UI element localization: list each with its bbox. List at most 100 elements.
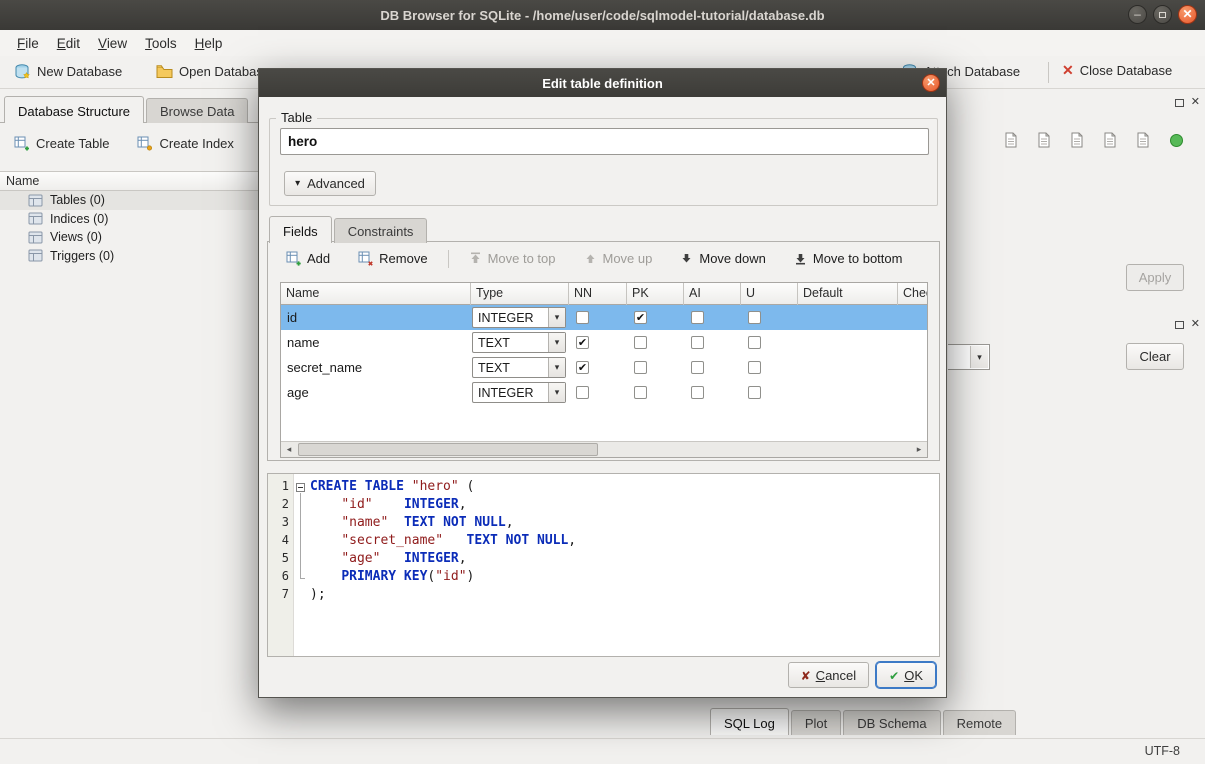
cell-toolbar-button-5[interactable] bbox=[1132, 129, 1154, 151]
column-header-check[interactable]: Check bbox=[898, 283, 928, 305]
scroll-left-icon[interactable]: ◂ bbox=[281, 442, 297, 457]
apply-button[interactable]: Apply bbox=[1126, 264, 1184, 291]
create-index-button[interactable]: Create Index bbox=[129, 131, 241, 156]
window-titlebar[interactable]: DB Browser for SQLite - /home/user/code/… bbox=[0, 0, 1205, 30]
column-header-pk[interactable]: PK bbox=[627, 283, 684, 305]
check-cell[interactable] bbox=[898, 330, 928, 355]
check-cell[interactable] bbox=[898, 305, 928, 330]
move-up-button[interactable]: Move up bbox=[576, 247, 661, 270]
dialog-close-icon[interactable]: ✕ bbox=[922, 74, 940, 92]
minimize-icon[interactable]: ‒ bbox=[1128, 5, 1147, 24]
tab-remote[interactable]: Remote bbox=[943, 710, 1017, 735]
nn-checkbox[interactable]: ✔ bbox=[576, 336, 589, 349]
dock-float-icon[interactable] bbox=[1175, 99, 1184, 107]
move-to-top-button[interactable]: Move to top bbox=[461, 247, 564, 270]
encoding-indicator[interactable]: UTF-8 bbox=[1145, 744, 1180, 758]
table-name-input[interactable] bbox=[280, 128, 929, 155]
chevron-down-icon[interactable]: ▾ bbox=[548, 358, 565, 377]
dock-close-icon[interactable]: ✕ bbox=[1191, 319, 1200, 330]
column-header-ai[interactable]: AI bbox=[684, 283, 741, 305]
tab-db-schema[interactable]: DB Schema bbox=[843, 710, 940, 735]
partial-combobox[interactable]: ▾ bbox=[948, 344, 990, 370]
pk-checkbox[interactable] bbox=[634, 361, 647, 374]
dialog-tab-constraints[interactable]: Constraints bbox=[334, 218, 428, 243]
chevron-down-icon[interactable]: ▾ bbox=[548, 308, 565, 327]
dock-float-icon[interactable] bbox=[1175, 321, 1184, 329]
cell-toolbar-button-2[interactable] bbox=[1033, 129, 1055, 151]
column-header-name[interactable]: Name bbox=[281, 283, 471, 305]
ai-checkbox[interactable] bbox=[691, 311, 704, 324]
move-to-bottom-button[interactable]: Move to bottom bbox=[786, 247, 911, 270]
tree-item-tables-0[interactable]: Tables (0) bbox=[0, 191, 258, 210]
column-header-default[interactable]: Default bbox=[798, 283, 898, 305]
cell-toolbar-button-4[interactable] bbox=[1099, 129, 1121, 151]
ai-checkbox[interactable] bbox=[691, 386, 704, 399]
advanced-button[interactable]: ▾ Advanced bbox=[284, 171, 376, 196]
u-checkbox[interactable] bbox=[748, 386, 761, 399]
default-cell[interactable] bbox=[798, 330, 898, 355]
type-combobox[interactable]: TEXT▾ bbox=[472, 357, 566, 378]
check-cell[interactable] bbox=[898, 380, 928, 405]
dialog-tab-fields[interactable]: Fields bbox=[269, 216, 332, 243]
check-cell[interactable] bbox=[898, 355, 928, 380]
move-down-button[interactable]: Move down bbox=[672, 247, 773, 270]
cell-toolbar-button-6[interactable] bbox=[1165, 129, 1187, 151]
add-button[interactable]: Add bbox=[278, 247, 338, 270]
ai-checkbox[interactable] bbox=[691, 336, 704, 349]
maximize-icon[interactable] bbox=[1153, 5, 1172, 24]
u-checkbox[interactable] bbox=[748, 311, 761, 324]
default-cell[interactable] bbox=[798, 355, 898, 380]
tree-item-views-0[interactable]: Views (0) bbox=[0, 228, 258, 247]
nn-checkbox[interactable]: ✔ bbox=[576, 361, 589, 374]
menu-file[interactable]: File bbox=[8, 33, 48, 54]
field-row-age[interactable]: ageINTEGER▾ bbox=[281, 380, 928, 405]
close-icon[interactable]: ✕ bbox=[1178, 5, 1197, 24]
menu-tools[interactable]: Tools bbox=[136, 33, 186, 54]
pk-checkbox[interactable] bbox=[634, 386, 647, 399]
type-combobox[interactable]: INTEGER▾ bbox=[472, 307, 566, 328]
default-cell[interactable] bbox=[798, 305, 898, 330]
remove-button[interactable]: Remove bbox=[350, 247, 435, 270]
cell-toolbar-button-1[interactable] bbox=[1000, 129, 1022, 151]
chevron-down-icon[interactable]: ▾ bbox=[548, 333, 565, 352]
tab-browse-data[interactable]: Browse Data bbox=[146, 98, 248, 123]
chevron-down-icon[interactable]: ▾ bbox=[548, 383, 565, 402]
clear-button[interactable]: Clear bbox=[1126, 343, 1184, 370]
u-checkbox[interactable] bbox=[748, 336, 761, 349]
pk-checkbox[interactable] bbox=[634, 336, 647, 349]
tab-database-structure[interactable]: Database Structure bbox=[4, 96, 144, 123]
create-table-button[interactable]: Create Table bbox=[6, 131, 117, 156]
column-header-nn[interactable]: NN bbox=[569, 283, 627, 305]
column-header-u[interactable]: U bbox=[741, 283, 798, 305]
horizontal-scrollbar[interactable]: ◂ ▸ bbox=[281, 441, 927, 457]
cancel-button[interactable]: ✘Cancel bbox=[788, 662, 870, 688]
nn-checkbox[interactable] bbox=[576, 311, 589, 324]
field-row-id[interactable]: idINTEGER▾✔ bbox=[281, 305, 928, 330]
tree-item-indices-0[interactable]: Indices (0) bbox=[0, 210, 258, 229]
fold-collapse-icon[interactable] bbox=[296, 483, 305, 492]
ok-button[interactable]: ✔OK bbox=[876, 662, 936, 688]
tab-plot[interactable]: Plot bbox=[791, 710, 841, 735]
menu-edit[interactable]: Edit bbox=[48, 33, 89, 54]
dialog-titlebar[interactable]: Edit table definition ✕ bbox=[259, 69, 946, 97]
type-combobox[interactable]: INTEGER▾ bbox=[472, 382, 566, 403]
nn-checkbox[interactable] bbox=[576, 386, 589, 399]
u-checkbox[interactable] bbox=[748, 361, 761, 374]
toolbar-new-database-button[interactable]: New Database bbox=[8, 60, 128, 83]
default-cell[interactable] bbox=[798, 380, 898, 405]
cell-toolbar-button-3[interactable] bbox=[1066, 129, 1088, 151]
field-row-name[interactable]: nameTEXT▾✔ bbox=[281, 330, 928, 355]
menu-help[interactable]: Help bbox=[186, 33, 232, 54]
field-row-secret-name[interactable]: secret_nameTEXT▾✔ bbox=[281, 355, 928, 380]
scrollbar-thumb[interactable] bbox=[298, 443, 598, 456]
pk-checkbox[interactable]: ✔ bbox=[634, 311, 647, 324]
column-header-type[interactable]: Type bbox=[471, 283, 569, 305]
dock-close-icon[interactable]: ✕ bbox=[1191, 97, 1200, 108]
tab-sql-log[interactable]: SQL Log bbox=[710, 708, 789, 735]
tree-item-triggers-0[interactable]: Triggers (0) bbox=[0, 247, 258, 266]
ai-checkbox[interactable] bbox=[691, 361, 704, 374]
menu-view[interactable]: View bbox=[89, 33, 136, 54]
toolbar-close-database-button[interactable]: ✕Close Database bbox=[1056, 60, 1178, 81]
type-combobox[interactable]: TEXT▾ bbox=[472, 332, 566, 353]
scroll-right-icon[interactable]: ▸ bbox=[911, 442, 927, 457]
